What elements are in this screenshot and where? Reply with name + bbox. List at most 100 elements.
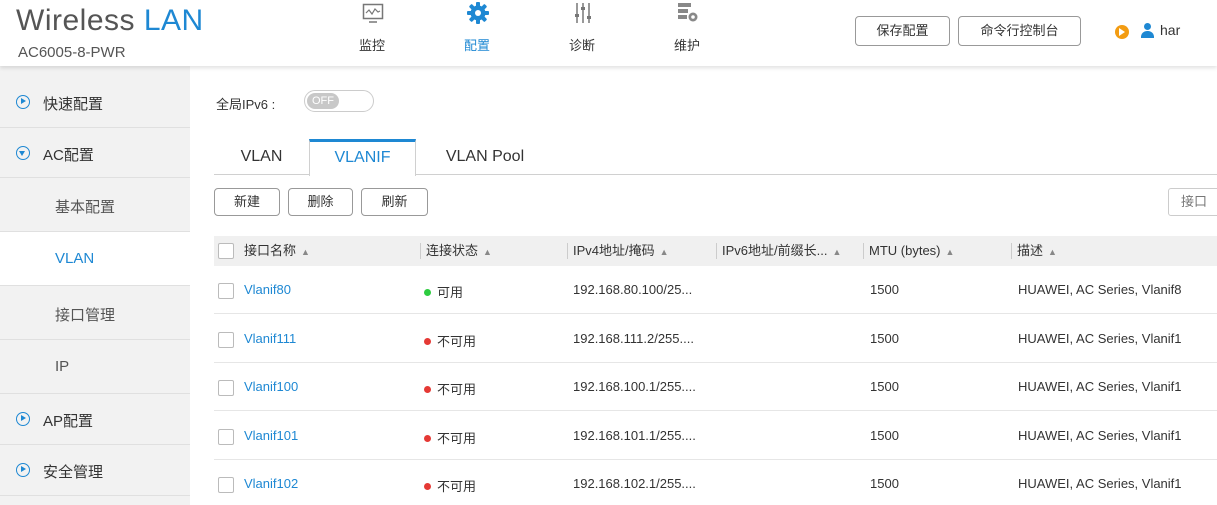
sidebar-item-label: 基本配置 [55,199,116,216]
interface-name-link[interactable]: Vlanif80 [244,282,291,297]
ipv4-address: 192.168.100.1/255.... [573,379,696,394]
cli-console-button[interactable]: 命令行控制台 [958,16,1081,46]
circle-arrow-down-icon [16,146,30,160]
sidebar-item-label: 快速配置 [43,96,104,113]
maintenance-icon [678,3,698,22]
mtu-value: 1500 [870,330,899,346]
monitor-icon [362,3,384,23]
sidebar-item-label: AP配置 [43,413,94,430]
col-interface-name[interactable]: 接口名称 ▲ [244,236,310,266]
gear-icon [467,2,489,24]
sidebar-item-security[interactable]: 安全管理 [0,445,190,496]
ipv4-address: 192.168.80.100/25... [573,282,693,297]
col-ipv6[interactable]: IPv6地址/前缀长... ▲ [716,236,841,266]
sidebar-item-ap-config[interactable]: AP配置 [0,394,190,445]
table-row[interactable]: Vlanif111 不可用 192.168.111.2/255.... 1500 HUA… [214,315,1217,363]
sidebar-item-label: 接口管理 [55,307,116,324]
sidebar-item-label: AC配置 [43,147,94,164]
link-status: 可用 [424,282,463,301]
row-checkbox[interactable] [218,428,234,445]
tab-bar: VLAN VLANIF VLAN Pool [214,139,1217,176]
nav-monitor[interactable]: 监控 [342,0,402,66]
status-dot-icon [424,289,431,296]
interface-name-link[interactable]: Vlanif102 [244,476,298,491]
mtu-value: 1500 [870,476,899,491]
table-row[interactable]: Vlanif100 不可用 192.168.100.1/255.... 1500 HUA… [214,363,1217,411]
link-status: 不可用 [424,428,476,447]
tab-vlan[interactable]: VLAN [214,139,309,175]
nav-diagnose[interactable]: 诊断 [552,0,612,66]
col-link-status[interactable]: 连接状态 ▲ [420,236,492,266]
description: HUAWEI, AC Series, Vlanif1 [1018,427,1182,443]
mtu-value: 1500 [870,379,899,394]
username[interactable]: har [1160,22,1180,38]
status-dot-icon [424,386,431,393]
sidebar-item-quick-config[interactable]: 快速配置 [0,77,190,128]
sidebar-item-ip[interactable]: IP [0,340,190,394]
circle-arrow-right-icon [16,95,30,109]
sidebar: 快速配置 AC配置 基本配置 VLAN 接口管理 IP AP配置 安全管理 [0,66,190,505]
nav-maintain[interactable]: 维护 [657,0,717,66]
save-config-button[interactable]: 保存配置 [855,16,950,46]
sidebar-item-label: IP [55,358,70,375]
sidebar-item-ac-config[interactable]: AC配置 [0,128,190,178]
ipv4-address: 192.168.111.2/255.... [573,330,694,346]
nav-label: 诊断 [568,38,595,53]
device-model: AC6005-8-PWR [18,44,126,61]
search-input[interactable]: 接口 [1168,188,1217,216]
delete-button[interactable]: 删除 [288,188,353,216]
sidebar-item-interface-mgmt[interactable]: 接口管理 [0,286,190,340]
mtu-value: 1500 [870,282,899,297]
col-description[interactable]: 描述 ▲ [1011,236,1057,266]
mtu-value: 1500 [870,427,899,443]
interface-name-link[interactable]: Vlanif101 [244,428,298,443]
main-content: 全局IPv6 : OFF VLAN VLANIF VLAN Pool 新建 删除… [190,66,1217,505]
ipv6-label: 全局IPv6 : [216,97,276,112]
ipv6-toggle[interactable]: OFF [304,90,374,112]
row-checkbox[interactable] [218,477,234,493]
description: HUAWEI, AC Series, Vlanif1 [1018,330,1182,346]
row-checkbox[interactable] [218,283,234,299]
brand: Wireless LAN AC6005-8-PWR [16,4,204,61]
toggle-knob: OFF [307,93,339,109]
tab-vlanif[interactable]: VLANIF [309,139,416,176]
description: HUAWEI, AC Series, Vlanif1 [1018,476,1182,491]
sidebar-item-vlan[interactable]: VLAN [0,232,190,286]
notification-icon[interactable] [1115,25,1129,39]
sidebar-item-label: VLAN [55,250,95,267]
row-checkbox[interactable] [218,380,234,396]
ipv4-address: 192.168.102.1/255.... [573,476,696,491]
row-checkbox[interactable] [218,331,234,348]
status-dot-icon [424,337,431,345]
description: HUAWEI, AC Series, Vlanif1 [1018,379,1182,394]
nav-label: 监控 [358,38,385,53]
col-mtu[interactable]: MTU (bytes) ▲ [863,236,954,266]
sliders-icon [575,3,591,23]
table-header: 接口名称 ▲ 连接状态 ▲ IPv4地址/掩码 ▲ IPv6地址/前缀长... ▲ MT… [214,236,1217,266]
circle-arrow-right-icon [16,412,30,426]
status-dot-icon [424,483,431,490]
link-status: 不可用 [424,331,476,350]
interface-name-link[interactable]: Vlanif111 [244,331,296,346]
nav-label: 维护 [673,38,700,53]
header: Wireless LAN AC6005-8-PWR 监控 配置 诊断 维护 保存… [0,0,1217,66]
app-title: Wireless LAN [16,4,204,37]
tab-vlan-pool[interactable]: VLAN Pool [416,139,554,175]
user-icon[interactable] [1140,23,1154,39]
select-all-checkbox[interactable] [218,243,234,259]
table-row[interactable]: Vlanif102 不可用 192.168.102.1/255.... 1500 HUA… [214,460,1217,505]
nav-label: 配置 [463,38,490,53]
link-status: 不可用 [424,379,476,398]
table-row[interactable]: Vlanif101 不可用 192.168.101.1/255.... 1500 HUA… [214,412,1217,460]
refresh-button[interactable]: 刷新 [361,188,428,216]
table-row[interactable]: Vlanif80 可用 192.168.80.100/25... 1500 HUAWEI… [214,266,1217,314]
nav-config[interactable]: 配置 [447,0,507,66]
col-ipv4[interactable]: IPv4地址/掩码 ▲ [567,236,669,266]
sidebar-item-basic-config[interactable]: 基本配置 [0,178,190,232]
new-button[interactable]: 新建 [214,188,280,216]
description: HUAWEI, AC Series, Vlanif8 [1018,282,1182,297]
interface-name-link[interactable]: Vlanif100 [244,379,298,394]
status-dot-icon [424,434,431,442]
circle-arrow-right-icon [16,463,30,477]
sidebar-item-label: 安全管理 [43,464,104,481]
